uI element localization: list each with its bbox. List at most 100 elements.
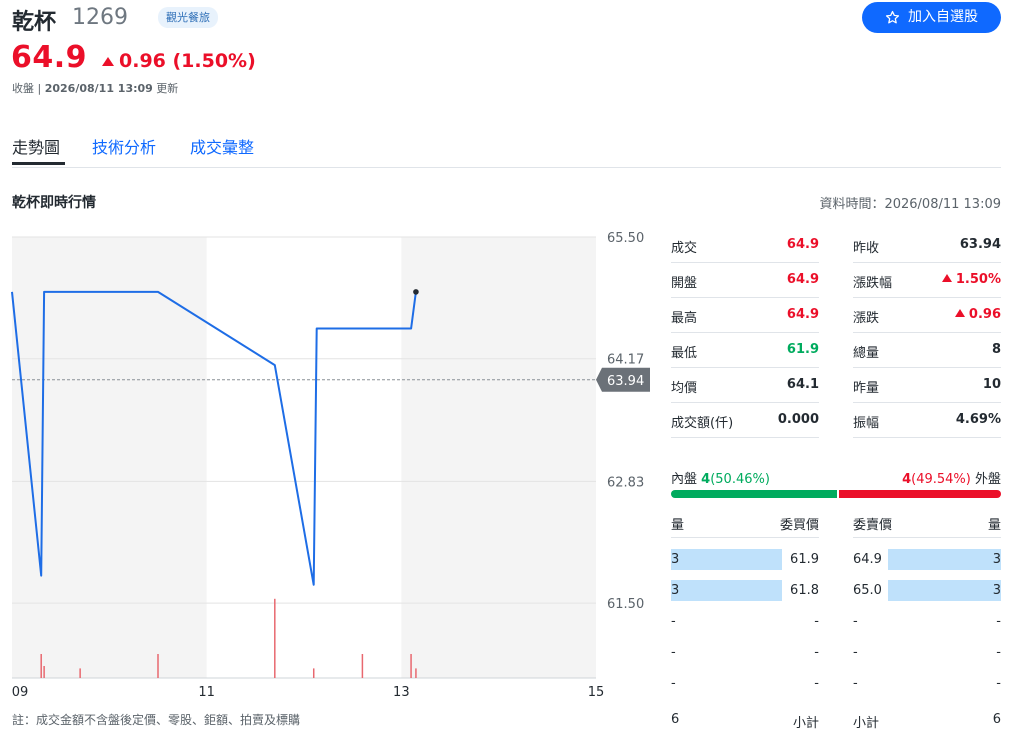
quote-value-text: 61.9: [786, 342, 819, 357]
add-watchlist-button[interactable]: 加入自選股: [862, 2, 1001, 33]
current-price: 64.9: [11, 40, 88, 75]
quote-value: 63.94: [960, 237, 1001, 252]
quote-value-text: 10: [982, 377, 1001, 392]
inner-pct: (50.46%): [710, 472, 770, 487]
quote-value: 1.50%: [941, 272, 1001, 287]
bid-qty: 3: [671, 552, 680, 567]
quote-value: 64.9: [787, 307, 819, 322]
quote-row: 昨量 10: [853, 368, 1001, 403]
ask-qty: -: [996, 614, 1001, 629]
bid-price: -: [814, 645, 819, 660]
quote-row: 開盤 64.9: [671, 263, 819, 298]
quote-value: 64.9: [787, 237, 819, 252]
quote-value-text: 0.000: [777, 412, 819, 427]
quote-value: 0.96: [954, 307, 1001, 322]
y-tick-label: 65.50: [607, 231, 644, 246]
bid-price-header: 委買價: [779, 518, 819, 533]
quote-label: 漲跌幅: [853, 276, 893, 291]
bid-price: 61.9: [790, 552, 819, 567]
quote-label: 漲跌: [853, 311, 880, 326]
quote-label: 振幅: [853, 416, 880, 431]
quote-value-text: 64.9: [786, 237, 819, 252]
bid-qty: -: [671, 645, 676, 660]
x-tick-label: 11: [198, 685, 215, 700]
ask-price: 65.0: [853, 583, 882, 598]
quote-value-text: 1.50%: [955, 272, 1001, 287]
session-shade: [401, 237, 596, 678]
tab-summary[interactable]: 成交彙整: [190, 134, 254, 158]
x-tick-label: 15: [588, 685, 605, 700]
intraday-chart[interactable]: 65.50 64.17 62.83 61.50 63.94 09 11 13 15: [0, 228, 660, 700]
quote-row: 昨收 63.94: [853, 228, 1001, 263]
quote-value-text: 64.9: [786, 307, 819, 322]
quote-label: 成交: [671, 241, 698, 256]
outer-value: 4: [902, 472, 912, 487]
quote-label: 最低: [671, 346, 698, 361]
divider: [671, 537, 819, 538]
quote-row: 均價 64.1: [671, 368, 819, 403]
ask-qty: -: [996, 645, 1001, 660]
quote-label: 總量: [853, 346, 880, 361]
subtotal-bid-qty: 6: [671, 712, 680, 727]
quote-value: 8: [992, 342, 1001, 357]
x-tick-label: 09: [12, 685, 29, 700]
bid-price: -: [814, 614, 819, 629]
last-price-dot: [413, 289, 419, 295]
add-watchlist-label: 加入自選股: [908, 9, 978, 25]
stock-name: 乾杯: [12, 10, 57, 35]
ask-qty: 3: [992, 552, 1001, 567]
bid-qty: 3: [671, 583, 680, 598]
star-icon: [885, 10, 900, 24]
price-change: 0.96 (1.50%): [102, 50, 256, 72]
outer-pct: (49.54%): [911, 472, 971, 487]
y-tick-label: 64.17: [607, 353, 644, 368]
y-tick-label: 61.50: [607, 597, 644, 612]
bid-price: -: [814, 676, 819, 691]
up-triangle-icon: [941, 274, 952, 282]
x-tick-label: 13: [393, 685, 410, 700]
bid-qty-header: 量: [671, 518, 685, 533]
subtotal-label: 小計: [792, 716, 819, 731]
quote-value: 64.1: [787, 377, 819, 392]
ask-price: -: [853, 676, 858, 691]
footnote: 註：成交金額不含盤後定價、零股、鉅額、拍賣及標購: [12, 713, 301, 727]
divider: [853, 537, 1001, 538]
bid-qty: -: [671, 676, 676, 691]
up-triangle-icon: [954, 309, 965, 317]
ask-qty: 3: [992, 583, 1001, 598]
tab-technical[interactable]: 技術分析: [92, 134, 156, 158]
status-time: 2026/08/11 13:09: [44, 82, 153, 95]
status-prefix: 收盤 |: [12, 82, 45, 95]
quote-label: 開盤: [671, 276, 698, 291]
quote-value-text: 4.69%: [955, 412, 1001, 427]
quote-row: 漲跌 0.96: [853, 298, 1001, 333]
inner-value: 4: [701, 472, 711, 487]
stock-code: 1269: [72, 5, 128, 30]
subtotal-ask-qty: 6: [992, 712, 1001, 727]
section-title: 乾杯即時行情: [12, 195, 96, 211]
industry-tag[interactable]: 觀光餐旅: [158, 7, 218, 28]
quote-row: 最高 64.9: [671, 298, 819, 333]
quote-value: 0.000: [778, 412, 819, 427]
ask-qty-header: 量: [987, 518, 1001, 533]
quote-row: 成交 64.9: [671, 228, 819, 263]
quote-label: 最高: [671, 311, 698, 326]
quote-row: 振幅 4.69%: [853, 403, 1001, 438]
tab-trend[interactable]: 走勢圖: [12, 134, 60, 158]
quote-value-text: 0.96: [968, 307, 1001, 322]
outer-ratio-bar: [839, 490, 1001, 498]
quote-value: 4.69%: [956, 412, 1001, 427]
quote-value-text: 63.94: [959, 237, 1001, 252]
data-time: 資料時間：2026/08/11 13:09: [819, 197, 1001, 212]
quote-label: 均價: [671, 381, 698, 396]
quote-value-text: 64.1: [786, 377, 819, 392]
ask-price-header: 委賣價: [853, 518, 893, 533]
tab-active-underline: [12, 162, 65, 165]
tab-bar: 走勢圖 技術分析 成交彙整: [12, 130, 1001, 168]
status-line: 收盤 | 2026/08/11 13:09 更新: [12, 80, 178, 96]
outer-label: 外盤: [974, 472, 1001, 487]
ask-price: -: [853, 614, 858, 629]
inner-label: 內盤: [671, 472, 698, 487]
inner-ratio-bar: [671, 490, 837, 498]
inner-outer-row: 內盤 4(50.46%) 4(49.54%) 外盤: [671, 468, 1001, 487]
